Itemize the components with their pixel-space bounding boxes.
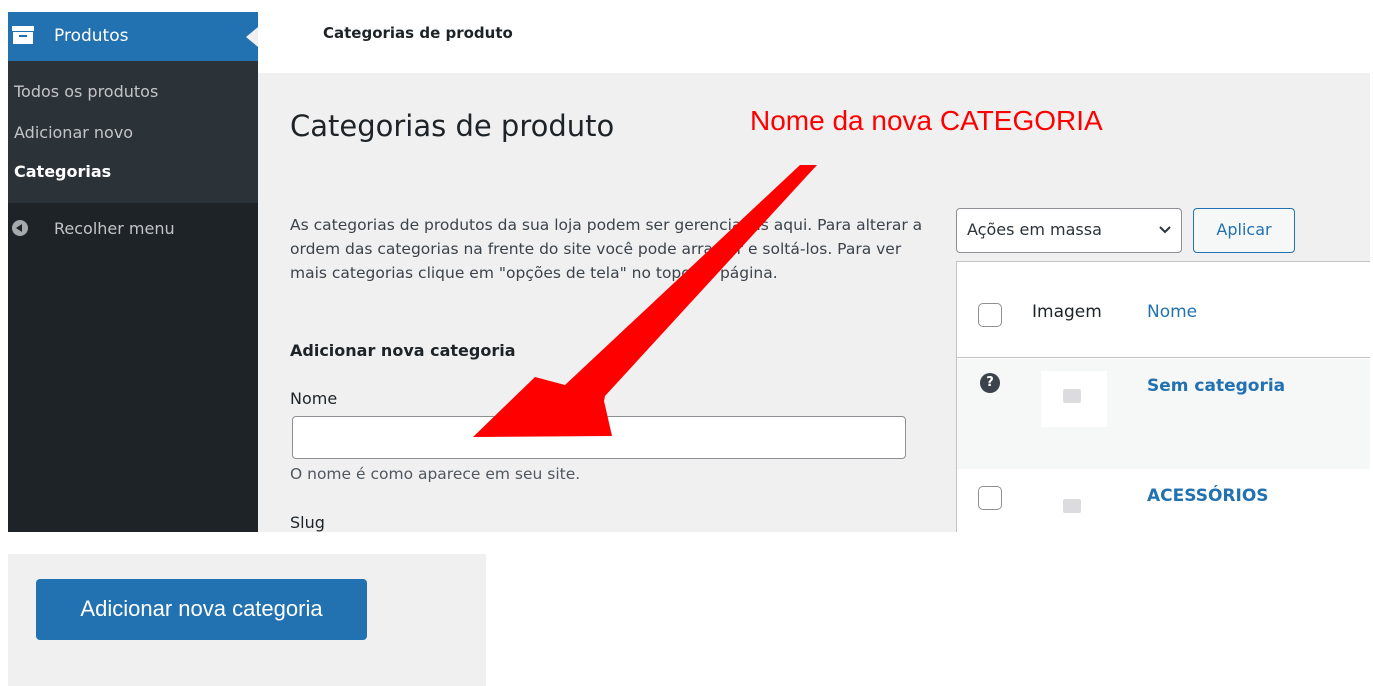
current-menu-indicator (246, 27, 258, 47)
submenu-item-todos-os-produtos[interactable]: Todos os produtos (14, 82, 158, 101)
categories-table: Imagem Nome ? Sem categoria ACESSÓRIOS (956, 261, 1370, 532)
column-header-name[interactable]: Nome (1147, 302, 1197, 322)
menu-item-produtos[interactable]: Produtos (8, 12, 258, 61)
menu-label: Produtos (54, 26, 129, 46)
collapse-icon (12, 220, 28, 236)
name-description: O nome é como aparece em seu site. (290, 465, 581, 483)
collapse-menu-button[interactable]: Recolher menu (8, 217, 258, 247)
question-icon: ? (980, 373, 1000, 393)
bulk-actions-select[interactable]: Ações em massa (956, 208, 1182, 253)
image-placeholder-icon (1063, 499, 1081, 513)
help-text: As categorias de produtos da sua loja po… (290, 216, 923, 282)
top-bar: Categorias de produto (258, 12, 1370, 73)
category-name-link[interactable]: ACESSÓRIOS (1147, 486, 1269, 506)
table-row: ACESSÓRIOS (957, 469, 1370, 532)
category-thumbnail (1041, 481, 1107, 532)
image-placeholder-icon (1063, 389, 1081, 403)
apply-button[interactable]: Aplicar (1193, 208, 1295, 253)
row-checkbox[interactable] (978, 486, 1002, 510)
column-header-image: Imagem (1032, 302, 1102, 322)
add-new-category-button[interactable]: Adicionar nova categoria (36, 579, 367, 640)
topbar-title: Categorias de produto (323, 24, 513, 42)
name-label: Nome (290, 389, 338, 408)
table-header: Imagem Nome (957, 262, 1370, 358)
annotation-text: Nome da nova CATEGORIA (750, 105, 1103, 136)
bottom-panel: Adicionar nova categoria (8, 554, 486, 686)
table-row: ? Sem categoria (957, 359, 1370, 469)
page-title: Categorias de produto (290, 109, 615, 143)
submenu-item-adicionar-novo[interactable]: Adicionar novo (14, 123, 133, 142)
category-name-link[interactable]: Sem categoria (1147, 376, 1285, 396)
slug-label: Slug (290, 513, 325, 532)
select-all-checkbox[interactable] (978, 303, 1002, 327)
collapse-label: Recolher menu (54, 219, 175, 238)
submenu-item-categorias[interactable]: Categorias (14, 162, 111, 181)
admin-sidebar: Produtos Todos os produtos Adicionar nov… (8, 12, 258, 532)
submenu: Todos os produtos Adicionar novo Categor… (8, 61, 258, 203)
category-thumbnail (1041, 371, 1107, 427)
name-input[interactable] (292, 416, 906, 459)
add-category-heading: Adicionar nova categoria (290, 341, 516, 360)
bulk-actions-value: Ações em massa (967, 220, 1102, 239)
main-content: Categorias de produto Nome da nova CATEG… (258, 73, 1370, 532)
archive-icon (12, 26, 34, 44)
chevron-down-icon (1159, 226, 1171, 234)
